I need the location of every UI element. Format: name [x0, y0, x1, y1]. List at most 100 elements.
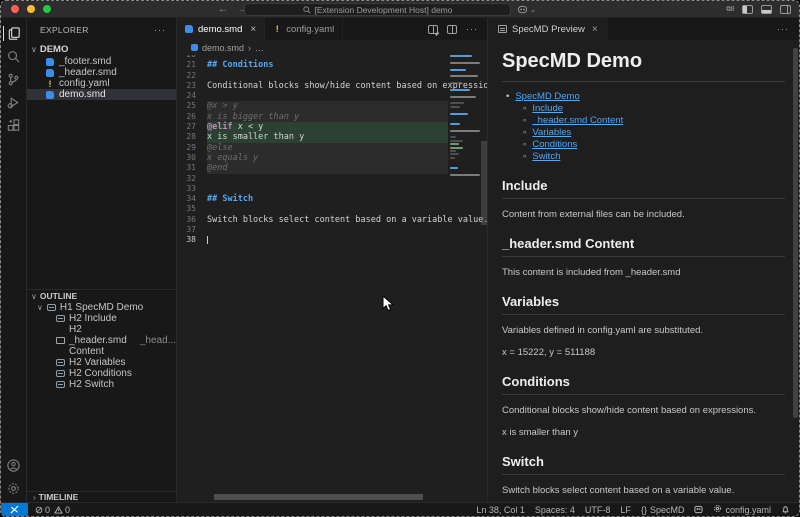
- file-item[interactable]: demo.smd: [27, 89, 176, 100]
- toc-link[interactable]: Variables: [532, 127, 571, 138]
- editor-more-actions-icon[interactable]: ···: [466, 24, 478, 34]
- sidebar: EXPLORER ··· ∨ DEMO _footer.smd _header.s…: [27, 18, 177, 502]
- editor-tab-bar: demo.smd × ! config.yaml ···: [177, 18, 487, 40]
- yaml-file-icon: !: [48, 78, 52, 89]
- code-line: 23 Conditional blocks show/hide content b…: [177, 81, 487, 91]
- explorer-header: EXPLORER ···: [27, 18, 176, 42]
- toggle-panel-icon[interactable]: [761, 5, 772, 14]
- line-number: 26: [186, 111, 196, 121]
- line-number: 22: [186, 70, 196, 80]
- preview-section: Variables Variables defined in config.yam…: [502, 294, 785, 359]
- preview-section: Conditions Conditional blocks show/hide c…: [502, 374, 785, 439]
- outline-item[interactable]: H2 Variables: [27, 357, 176, 368]
- notifications-bell-icon[interactable]: [781, 505, 790, 514]
- minimap-line: [450, 75, 478, 78]
- toggle-secondary-sidebar-icon[interactable]: [780, 5, 791, 14]
- table-of-contents: SpecMD DemoInclude_header.smd ContentVar…: [502, 91, 785, 163]
- horizontal-scrollbar[interactable]: [214, 494, 423, 500]
- folder-demo[interactable]: ∨ DEMO: [27, 42, 176, 56]
- toggle-primary-sidebar-icon[interactable]: [742, 5, 753, 14]
- indentation[interactable]: Spaces: 4: [535, 505, 575, 515]
- minimap-line: [450, 112, 468, 115]
- close-tab-icon[interactable]: ×: [592, 24, 598, 35]
- minimap-line: [450, 95, 476, 98]
- extensions-icon[interactable]: [3, 118, 25, 133]
- source-control-icon[interactable]: [3, 72, 25, 87]
- outline-item[interactable]: H2 Switch: [27, 379, 176, 390]
- problems-status[interactable]: 0 0: [28, 505, 70, 515]
- vertical-scrollbar[interactable]: [481, 141, 487, 225]
- code-line: 32: [177, 174, 448, 184]
- chevron-right-icon: ›: [33, 492, 36, 502]
- outline-item[interactable]: H2 Conditions: [27, 368, 176, 379]
- line-number: 37: [186, 225, 196, 235]
- toc-link[interactable]: Switch: [532, 151, 560, 162]
- smd-file-icon: [191, 44, 198, 51]
- copilot-menu[interactable]: ⌄: [517, 3, 536, 16]
- preview-tab-bar: SpecMD Preview × ···: [488, 18, 799, 40]
- encoding[interactable]: UTF-8: [585, 505, 611, 515]
- outline-item[interactable]: ∨ H1 SpecMD Demo: [27, 302, 176, 313]
- remote-indicator[interactable]: [1, 503, 28, 516]
- code-editor[interactable]: 2021## Conditions2223Conditional blocks …: [177, 55, 487, 502]
- tab-config-yaml[interactable]: ! config.yaml: [265, 18, 344, 40]
- outline-header[interactable]: ∨ OUTLINE: [27, 289, 176, 302]
- breadcrumb-more[interactable]: …: [255, 43, 264, 53]
- minimap[interactable]: [448, 55, 481, 502]
- accounts-icon[interactable]: [3, 458, 25, 473]
- open-changes-icon[interactable]: [428, 24, 438, 34]
- outline-label: H2 Include: [69, 313, 117, 324]
- preview-heading: Switch: [502, 454, 785, 475]
- preview-scrollbar[interactable]: [793, 48, 798, 418]
- outline-label: H2 Conditions: [69, 368, 132, 379]
- command-center[interactable]: [Extension Development Host] demo: [244, 3, 511, 16]
- toc-link[interactable]: Conditions: [532, 139, 577, 150]
- status-bar: 0 0 Ln 38, Col 1 Spaces: 4 UTF-8 LF {} S…: [1, 502, 799, 516]
- symbol-icon: [46, 304, 56, 311]
- close-tab-icon[interactable]: ×: [250, 24, 256, 35]
- preview-more-actions-icon[interactable]: ···: [777, 24, 789, 34]
- outline-item[interactable]: H2 Include: [27, 313, 176, 324]
- explorer-icon[interactable]: [2, 26, 25, 41]
- file-item[interactable]: ! config.yaml: [27, 78, 176, 89]
- feedback-icon[interactable]: [694, 505, 704, 514]
- preview-paragraph: This content is included from _header.sm…: [502, 267, 681, 278]
- split-editor-icon[interactable]: [447, 24, 457, 34]
- outline-item[interactable]: H2 _header.smd Content _head...: [27, 324, 176, 357]
- file-item[interactable]: _header.smd: [27, 67, 176, 78]
- line-number: 30: [186, 152, 196, 162]
- line-number: 33: [186, 183, 196, 193]
- breadcrumb-file[interactable]: demo.smd: [202, 43, 244, 53]
- cursor-position[interactable]: Ln 38, Col 1: [476, 505, 525, 515]
- search-icon[interactable]: [3, 49, 25, 64]
- customize-layout-icon[interactable]: ⧉8: [726, 6, 734, 14]
- timeline-header[interactable]: › TIMELINE: [27, 491, 176, 502]
- language-mode[interactable]: {} SpecMD: [641, 505, 685, 515]
- run-debug-icon[interactable]: [3, 95, 25, 110]
- toc-item: Switch: [502, 151, 785, 163]
- maximize-window-button[interactable]: [43, 5, 51, 13]
- settings-gear-icon[interactable]: [3, 481, 25, 496]
- chevron-down-icon: ⌄: [530, 6, 536, 14]
- explorer-more-actions-icon[interactable]: ···: [154, 25, 166, 35]
- code-line: 27 @elif x < y: [177, 122, 448, 133]
- tab-specmd-preview[interactable]: SpecMD Preview ×: [488, 18, 608, 40]
- preview-sections: Include Content from external files can b…: [502, 178, 785, 497]
- close-window-button[interactable]: [11, 5, 19, 13]
- back-icon[interactable]: ←: [218, 4, 228, 15]
- error-count: 0: [45, 504, 51, 515]
- file-item[interactable]: _footer.smd: [27, 56, 176, 67]
- code-line: 33: [177, 184, 448, 194]
- code-lines: 2021## Conditions2223Conditional blocks …: [177, 55, 487, 246]
- minimap-line: [450, 88, 470, 91]
- toc-link[interactable]: _header.smd Content: [532, 115, 623, 126]
- specmd-config-status[interactable]: config.yaml: [713, 504, 771, 515]
- eol-sequence[interactable]: LF: [620, 505, 631, 515]
- toc-link[interactable]: Include: [532, 103, 563, 114]
- toc-item: _header.smd Content: [502, 115, 785, 127]
- minimize-window-button[interactable]: [27, 5, 35, 13]
- breadcrumb[interactable]: demo.smd › …: [177, 40, 487, 55]
- preview-actions: ···: [777, 18, 799, 40]
- tab-demo-smd[interactable]: demo.smd ×: [177, 18, 266, 40]
- toc-link[interactable]: SpecMD Demo: [515, 91, 579, 102]
